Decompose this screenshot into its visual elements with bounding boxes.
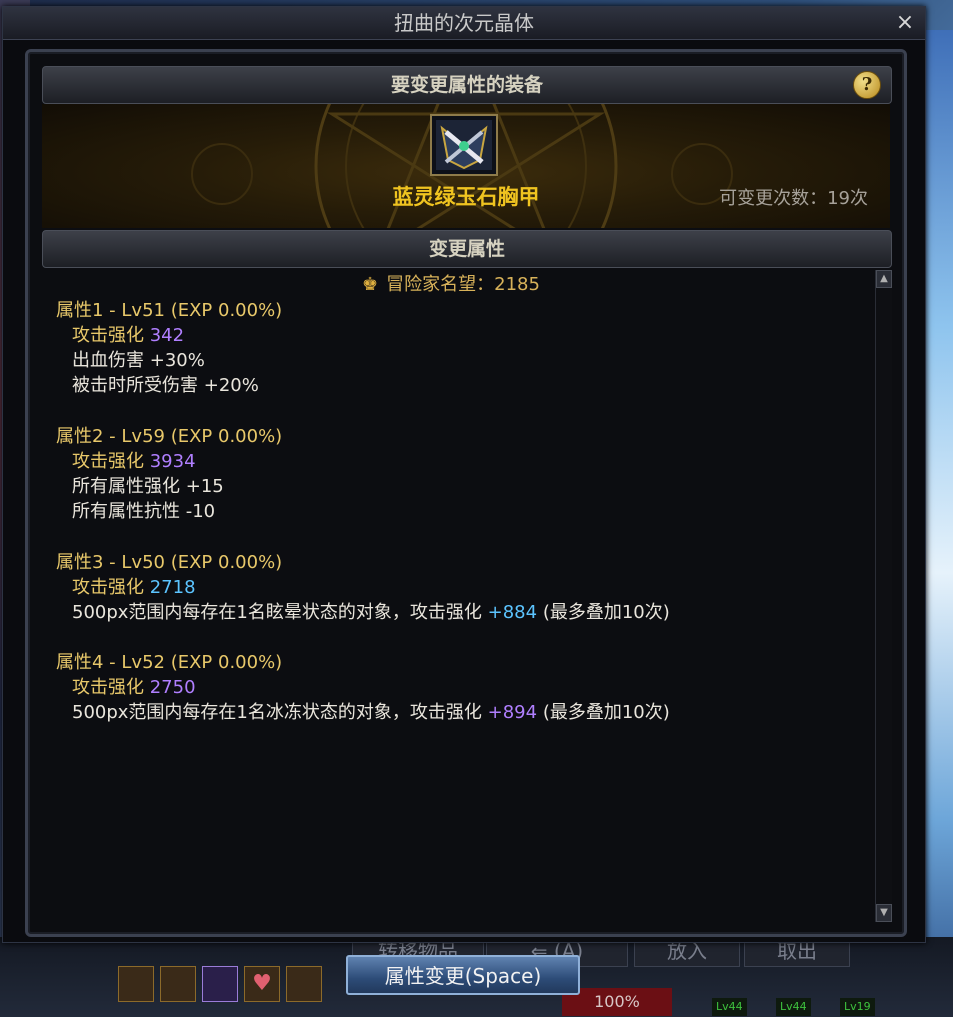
- equipment-section-header: 要变更属性的装备 ?: [42, 66, 892, 104]
- hud-level-tag: Lv44: [712, 998, 747, 1016]
- dimension-crystal-dialog: 扭曲的次元晶体 × 要变更属性的装备 ? 蓝灵绿玉石胸甲 可变更次数：19次 变…: [2, 6, 926, 943]
- attribute-group-head: 属性4 - Lv52 (EXP 0.00%): [56, 652, 283, 673]
- close-button[interactable]: ×: [893, 11, 917, 35]
- attribute-label: 攻击强化: [72, 325, 144, 346]
- attribute-value: +20%: [203, 375, 259, 396]
- scrollbar[interactable]: ▲ ▼: [875, 270, 892, 922]
- attribute-line: 被击时所受伤害 +20%: [56, 373, 282, 398]
- hud-level-tag: Lv19: [840, 998, 875, 1016]
- chevron-up-icon: ▲: [880, 273, 888, 284]
- attribute-line: 攻击强化 2718: [56, 575, 670, 600]
- hud-quickslot-2[interactable]: [160, 966, 196, 1002]
- scroll-up-button[interactable]: ▲: [876, 270, 892, 288]
- hud-quickslot-3[interactable]: [202, 966, 238, 1002]
- attribute-label: 所有属性强化: [72, 476, 180, 497]
- attribute-line: 所有属性强化 +15: [56, 474, 282, 499]
- equipment-section-title: 要变更属性的装备: [390, 74, 543, 96]
- attribute-value: +894: [487, 702, 538, 723]
- content-frame: 要变更属性的装备 ? 蓝灵绿玉石胸甲 可变更次数：19次 变更属性 ♚ 冒险家名…: [25, 49, 907, 937]
- titlebar[interactable]: 扭曲的次元晶体 ×: [3, 7, 925, 40]
- attribute-section-title: 变更属性: [428, 238, 505, 260]
- equipment-slot[interactable]: [430, 114, 498, 176]
- attribute-label: 攻击强化: [72, 677, 144, 698]
- attribute-value: +884: [487, 602, 538, 623]
- heart-icon: ♥: [252, 971, 272, 996]
- attribute-group-head: 属性1 - Lv51 (EXP 0.00%): [56, 300, 283, 321]
- attribute-line: 攻击强化 3934: [56, 449, 282, 474]
- attribute-label: 攻击强化: [72, 451, 144, 472]
- attribute-line: 500px范围内每存在1名冰冻状态的对象，攻击强化 +894 (最多叠加10次): [56, 700, 670, 725]
- attribute-group-4: 属性4 - Lv52 (EXP 0.00%) 攻击强化 2750 500px范围…: [56, 650, 670, 725]
- attribute-line: 500px范围内每存在1名眩晕状态的对象，攻击强化 +884 (最多叠加10次): [56, 600, 670, 625]
- window-title: 扭曲的次元晶体: [394, 11, 534, 35]
- chevron-down-icon: ▼: [880, 907, 888, 918]
- attribute-label: 500px范围内每存在1名眩晕状态的对象，攻击强化: [72, 602, 482, 623]
- attribute-group-2: 属性2 - Lv59 (EXP 0.00%) 攻击强化 3934 所有属性强化 …: [56, 424, 282, 524]
- attribute-line: 攻击强化 342: [56, 323, 282, 348]
- attribute-value: +30%: [149, 350, 205, 371]
- attribute-value: -10: [185, 501, 216, 522]
- fame-text: 冒险家名望：2185: [386, 274, 540, 295]
- attribute-label: 出血伤害: [72, 350, 144, 371]
- attribute-section-header: 变更属性: [42, 230, 892, 268]
- attribute-group-3: 属性3 - Lv50 (EXP 0.00%) 攻击强化 2718 500px范围…: [56, 550, 670, 625]
- close-icon: ×: [895, 10, 915, 35]
- attribute-suffix: (最多叠加10次): [542, 602, 670, 623]
- attribute-value: 3934: [149, 451, 196, 472]
- attribute-label: 攻击强化: [72, 577, 144, 598]
- question-icon: ?: [861, 74, 873, 95]
- attribute-label: 500px范围内每存在1名冰冻状态的对象，攻击强化: [72, 702, 482, 723]
- fame-emblem-icon: ♚: [362, 274, 379, 295]
- scroll-down-button[interactable]: ▼: [876, 904, 892, 922]
- hud-level-tag: Lv44: [776, 998, 811, 1016]
- attribute-group-head: 属性3 - Lv50 (EXP 0.00%): [56, 552, 283, 573]
- chest-armor-icon: [436, 120, 492, 170]
- attribute-list: ♚ 冒险家名望：2185 属性1 - Lv51 (EXP 0.00%) 攻击强化 …: [36, 266, 896, 926]
- attribute-value: +15: [185, 476, 224, 497]
- equipment-panel: 蓝灵绿玉石胸甲 可变更次数：19次: [42, 104, 890, 228]
- attribute-value: 342: [149, 325, 185, 346]
- attribute-value: 2750: [149, 677, 196, 698]
- attribute-label: 所有属性抗性: [72, 501, 180, 522]
- hud-quickslot-4[interactable]: ♥: [244, 966, 280, 1002]
- attribute-group-head: 属性2 - Lv59 (EXP 0.00%): [56, 426, 283, 447]
- attribute-line: 出血伤害 +30%: [56, 348, 282, 373]
- change-count: 可变更次数：19次: [719, 188, 868, 209]
- hud-quickslot-1[interactable]: [118, 966, 154, 1002]
- attribute-line: 所有属性抗性 -10: [56, 499, 282, 524]
- help-button[interactable]: ?: [853, 71, 881, 99]
- attribute-suffix: (最多叠加10次): [542, 702, 670, 723]
- attribute-group-1: 属性1 - Lv51 (EXP 0.00%) 攻击强化 342 出血伤害 +30…: [56, 298, 282, 398]
- attribute-value: 2718: [149, 577, 196, 598]
- adventurer-fame: ♚ 冒险家名望：2185: [36, 272, 866, 298]
- change-attribute-button[interactable]: 属性变更(Space): [346, 955, 580, 995]
- attribute-label: 被击时所受伤害: [72, 375, 198, 396]
- hud-quickslot-5[interactable]: [286, 966, 322, 1002]
- attribute-line: 攻击强化 2750: [56, 675, 670, 700]
